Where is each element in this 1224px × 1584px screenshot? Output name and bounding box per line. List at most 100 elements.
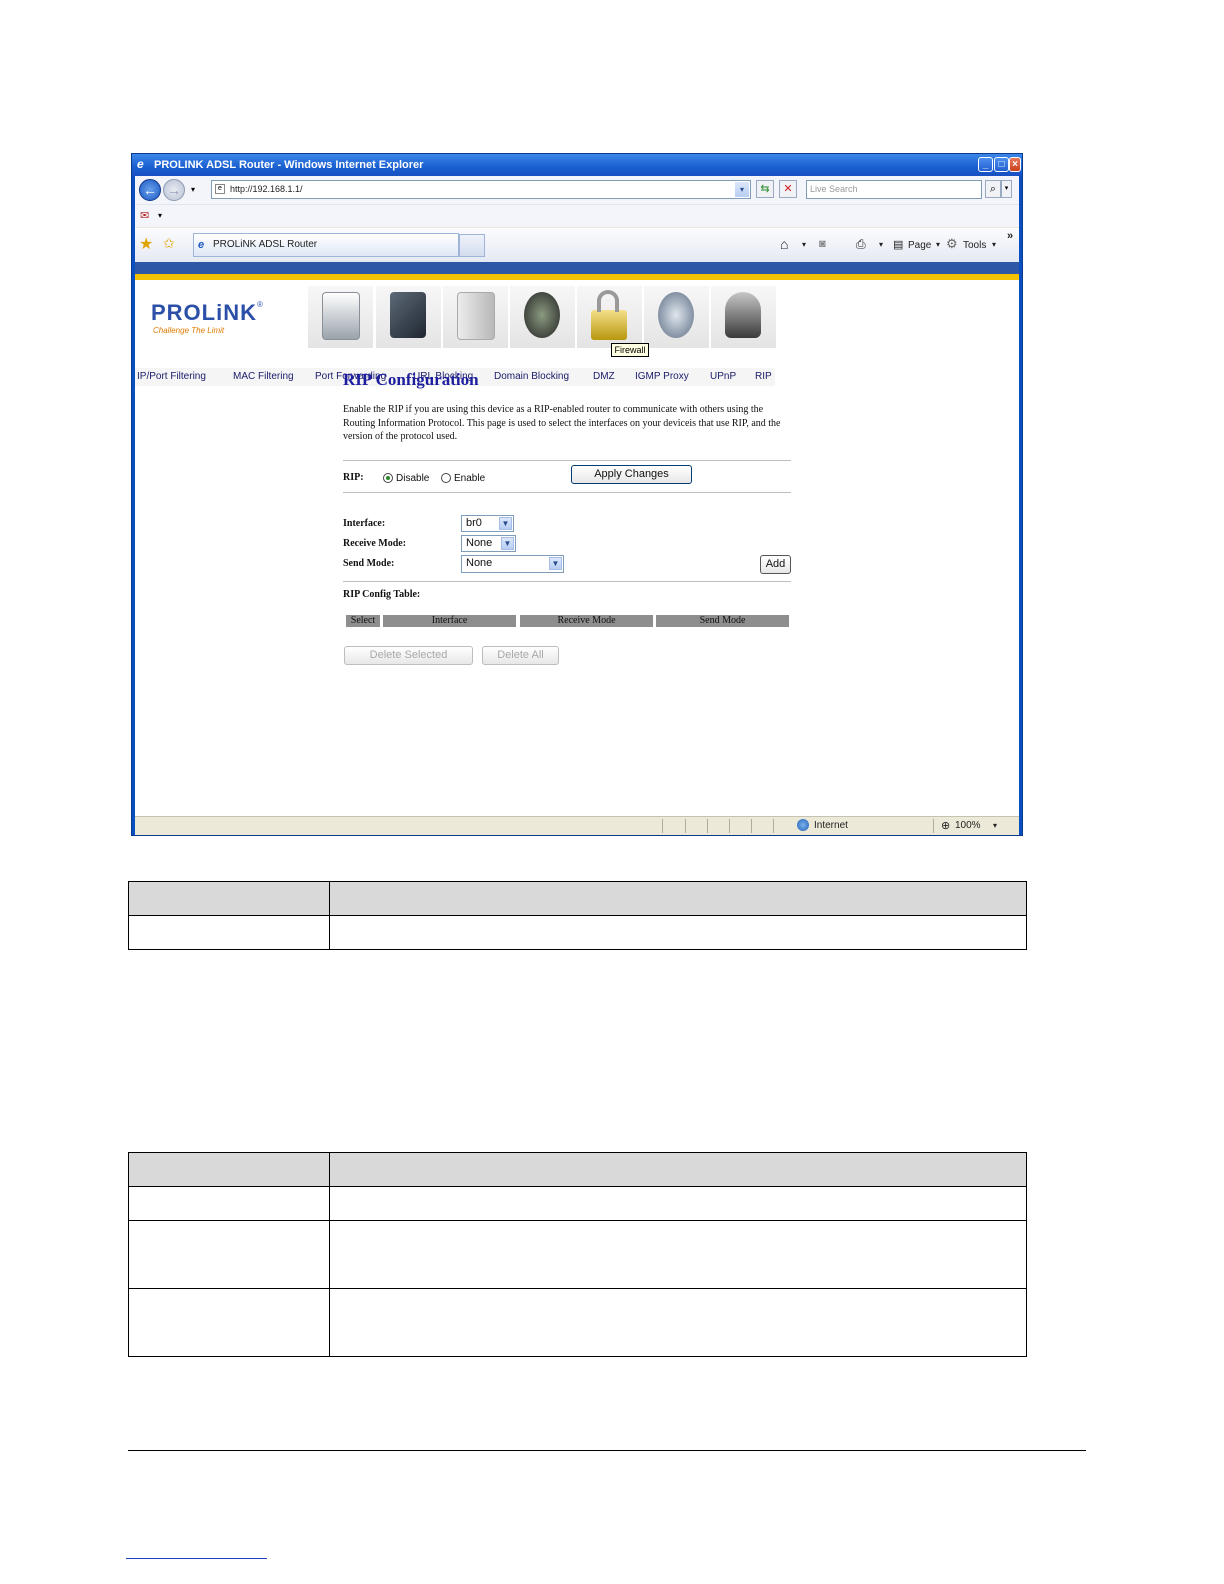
table-cell <box>128 1220 330 1289</box>
receive-mode-select[interactable]: None ▼ <box>461 535 516 552</box>
registered-mark: ® <box>257 300 263 309</box>
navigation-bar: ← → ▾ e http://192.168.1.1/ ▾ ⇆ ✕ Live S… <box>135 176 1019 204</box>
table-cell <box>329 881 1027 916</box>
back-button[interactable]: ← <box>139 179 161 201</box>
stop-icon[interactable]: ✕ <box>779 180 797 198</box>
add-button[interactable]: Add <box>760 555 791 574</box>
address-bar[interactable]: e http://192.168.1.1/ ▾ <box>211 180 751 199</box>
feeds-icon[interactable]: ◙ <box>819 238 826 250</box>
print-dropdown-icon[interactable]: ▾ <box>879 240 883 249</box>
padlock-shackle <box>597 290 619 312</box>
search-icon[interactable]: ⌕ <box>985 180 1001 198</box>
document-table-2 <box>128 1152 1027 1357</box>
nav-icon-setup[interactable] <box>375 286 441 348</box>
table-cell <box>329 1220 1027 1289</box>
tools-gear-icon: ⚙ <box>946 236 958 251</box>
zoom-icon: ⊕ <box>941 820 951 832</box>
column-interface: Interface <box>383 615 516 627</box>
table-row <box>128 1220 1027 1289</box>
more-chevron-icon[interactable]: » <box>1007 230 1013 242</box>
status-zone: Internet <box>814 820 848 831</box>
rip-enable-label: Enable <box>454 473 486 484</box>
user-icon <box>725 292 761 338</box>
menu-rip[interactable]: RIP <box>755 371 772 382</box>
interface-select[interactable]: br0 ▼ <box>461 515 514 532</box>
delete-all-button[interactable]: Delete All <box>482 646 559 665</box>
page-menu[interactable]: Page <box>908 240 931 251</box>
search-options-icon[interactable]: ▾ <box>1001 180 1012 198</box>
column-receive-mode: Receive Mode <box>520 615 653 627</box>
nav-icon-status[interactable] <box>307 286 373 348</box>
zoom-dropdown-icon[interactable]: ▾ <box>993 821 997 830</box>
menu-domain-blocking[interactable]: Domain Blocking <box>494 371 569 382</box>
browser-window: e PROLINK ADSL Router - Windows Internet… <box>131 153 1023 836</box>
favorites-star-icon[interactable]: ★ <box>139 234 153 254</box>
nav-icon-advanced[interactable] <box>442 286 508 348</box>
divider <box>343 492 791 493</box>
menu-upnp[interactable]: UPnP <box>710 371 736 382</box>
table-cell <box>128 1186 330 1221</box>
nav-icon-firewall[interactable] <box>576 286 642 348</box>
add-favorite-icon[interactable]: ✩ <box>163 235 175 252</box>
address-url: http://192.168.1.1/ <box>230 184 303 194</box>
menu-igmp-proxy[interactable]: IGMP Proxy <box>635 371 689 382</box>
address-dropdown-icon[interactable]: ▾ <box>735 182 749 197</box>
rip-label: RIP: <box>343 472 364 483</box>
rip-description: Enable the RIP if you are using this dev… <box>343 404 781 442</box>
ie-logo-icon: e <box>137 157 144 171</box>
home-dropdown-icon[interactable]: ▾ <box>802 240 806 249</box>
send-mode-select[interactable]: None ▼ <box>461 555 564 573</box>
prolink-tagline: Challenge The Limit <box>153 326 225 335</box>
server-icon <box>457 292 495 340</box>
chevron-down-icon: ▼ <box>499 517 512 530</box>
status-divider <box>729 819 730 833</box>
zoom-level[interactable]: 100% <box>955 820 981 831</box>
history-dropdown-icon[interactable]: ▾ <box>191 185 195 194</box>
tab-row: ★ ✩ e PROLiNK ADSL Router ⌂ ▾ ◙ ⎙ ▾ ▤ Pa… <box>135 228 1019 262</box>
rip-config-table-header: Select Interface Receive Mode Send Mode <box>346 615 789 627</box>
menu-dmz[interactable]: DMZ <box>593 371 615 382</box>
maximize-button[interactable]: □ <box>994 157 1009 172</box>
rip-enable-radio[interactable] <box>441 473 451 483</box>
print-icon[interactable]: ⎙ <box>856 237 866 252</box>
tools-menu-dropdown-icon[interactable]: ▾ <box>992 240 996 249</box>
table-cell <box>128 1152 330 1187</box>
rip-config-table-label: RIP Config Table: <box>343 589 421 600</box>
close-button[interactable]: × <box>1009 157 1021 172</box>
menu-mac-filtering[interactable]: MAC Filtering <box>233 371 294 382</box>
nav-icon-admin[interactable] <box>710 286 776 348</box>
toolbar-menu-icon[interactable]: ✉ <box>140 209 149 222</box>
new-tab-button[interactable] <box>459 234 485 257</box>
menu-ip-port-filtering[interactable]: IP/Port Filtering <box>137 371 206 382</box>
search-input[interactable]: Live Search <box>806 180 982 199</box>
internet-globe-icon <box>797 819 809 831</box>
apply-changes-button[interactable]: Apply Changes <box>571 465 692 484</box>
interface-value: br0 <box>466 517 482 529</box>
table-cell <box>128 1288 330 1357</box>
divider <box>343 581 791 582</box>
status-divider <box>685 819 686 833</box>
delete-selected-button[interactable]: Delete Selected <box>344 646 473 665</box>
minimize-button[interactable]: _ <box>978 157 993 172</box>
refresh-icon[interactable]: ⇆ <box>756 180 774 198</box>
forward-button[interactable]: → <box>163 179 185 201</box>
column-select: Select <box>346 615 380 627</box>
table-row <box>128 881 1027 916</box>
status-bar: Internet ⊕ 100% ▾ <box>135 816 1019 835</box>
toolbar-menu-dropdown-icon[interactable]: ▾ <box>158 211 162 220</box>
tab-prolink[interactable]: e PROLiNK ADSL Router <box>193 233 459 257</box>
home-icon[interactable]: ⌂ <box>780 236 788 252</box>
toolbar-row: ✉ ▾ <box>135 204 1019 227</box>
table-cell <box>329 1288 1027 1357</box>
nav-icon-service[interactable] <box>509 286 575 348</box>
page-menu-dropdown-icon[interactable]: ▾ <box>936 240 940 249</box>
rip-disable-radio[interactable] <box>383 473 393 483</box>
chevron-down-icon: ▼ <box>501 537 514 550</box>
status-divider <box>933 819 934 833</box>
nav-icon-maintenance[interactable] <box>643 286 709 348</box>
tools-menu[interactable]: Tools <box>963 240 986 251</box>
table-row <box>128 1152 1027 1187</box>
browser-body: ← → ▾ e http://192.168.1.1/ ▾ ⇆ ✕ Live S… <box>135 176 1019 835</box>
table-cell <box>329 1186 1027 1221</box>
rip-disable-label: Disable <box>396 473 430 484</box>
